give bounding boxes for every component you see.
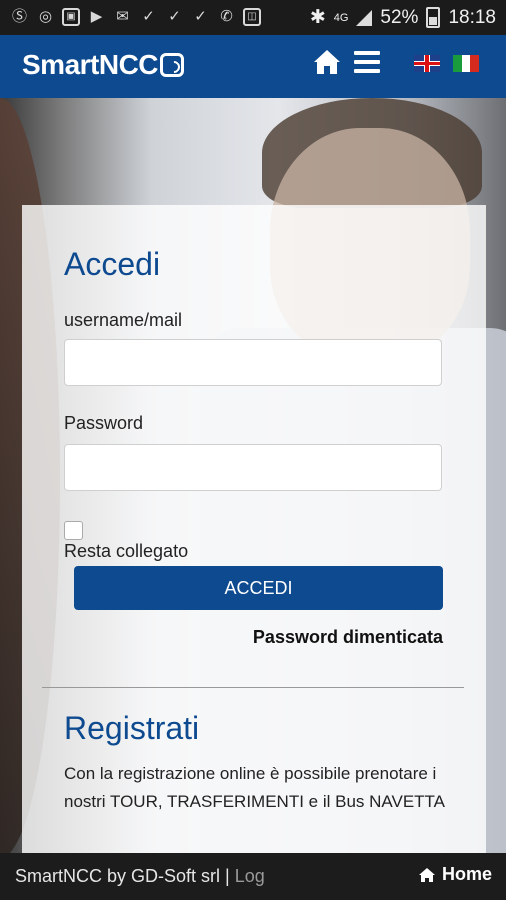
skype-icon: Ⓢ: [11, 8, 27, 25]
footer-home-label: Home: [441, 864, 492, 884]
logo[interactable]: SmartNCC: [22, 49, 185, 81]
check-icon: ✓: [168, 8, 181, 25]
username-input[interactable]: [64, 339, 442, 386]
system-status: ✱ 4G 52% 18:18: [310, 6, 496, 29]
remember-label: Resta collegato: [64, 541, 189, 561]
login-card: Accedi username/mail Password Resta coll…: [22, 205, 486, 853]
home-icon: [418, 867, 435, 882]
footer-credits: SmartNCC by GD-Soft srl | Log: [15, 866, 265, 887]
remember-checkbox[interactable]: [64, 521, 83, 540]
bluetooth-icon: ✱: [309, 7, 326, 28]
gallery-icon: ◫: [243, 7, 261, 26]
footer-credit-text: SmartNCC by GD-Soft srl: [15, 866, 221, 886]
footer-separator: |: [225, 866, 230, 886]
battery-icon: [426, 7, 441, 28]
register-description: Con la registrazione online è possibile …: [64, 764, 445, 811]
check-icon: ✓: [142, 8, 155, 25]
register-title[interactable]: Registrati: [64, 710, 199, 747]
phone-icon: ✆: [220, 8, 233, 25]
check-icon: ✓: [194, 8, 207, 25]
wifi-logo-icon: [160, 53, 185, 77]
menu-icon[interactable]: [354, 51, 380, 73]
password-input[interactable]: [64, 444, 442, 491]
home-icon[interactable]: [313, 49, 341, 75]
image-icon: ▣: [62, 7, 80, 26]
app-header: SmartNCC: [0, 35, 506, 98]
login-title: Accedi: [64, 246, 161, 282]
clock: 18:18: [448, 6, 496, 28]
battery-percent: 52%: [380, 6, 419, 28]
log-link[interactable]: Log: [235, 866, 265, 886]
login-button[interactable]: ACCEDI: [74, 566, 443, 610]
chat-icon: ◎: [38, 8, 53, 25]
italy-flag-icon[interactable]: [453, 55, 480, 72]
logo-text: SmartNCC: [22, 49, 159, 80]
signal-icon: [356, 9, 373, 26]
mail-icon: ✉: [116, 8, 129, 25]
forgot-password-link[interactable]: Password dimenticata: [253, 627, 443, 648]
footer-home-link[interactable]: Home: [418, 864, 492, 885]
password-label: Password: [64, 413, 144, 433]
uk-flag-icon[interactable]: [414, 55, 440, 72]
divider: [42, 687, 464, 688]
network-label: 4G: [333, 11, 349, 24]
username-label: username/mail: [64, 310, 183, 330]
status-bar: Ⓢ ◎ ▣ ▶ ✉ ✓ ✓ ✓ ✆ ◫ ✱ 4G 52% 18:18: [0, 0, 506, 35]
notification-icons: Ⓢ ◎ ▣ ▶ ✉ ✓ ✓ ✓ ✆ ◫: [10, 7, 261, 26]
footer: SmartNCC by GD-Soft srl | Log Home: [0, 853, 506, 900]
video-icon: ▶: [90, 8, 103, 25]
